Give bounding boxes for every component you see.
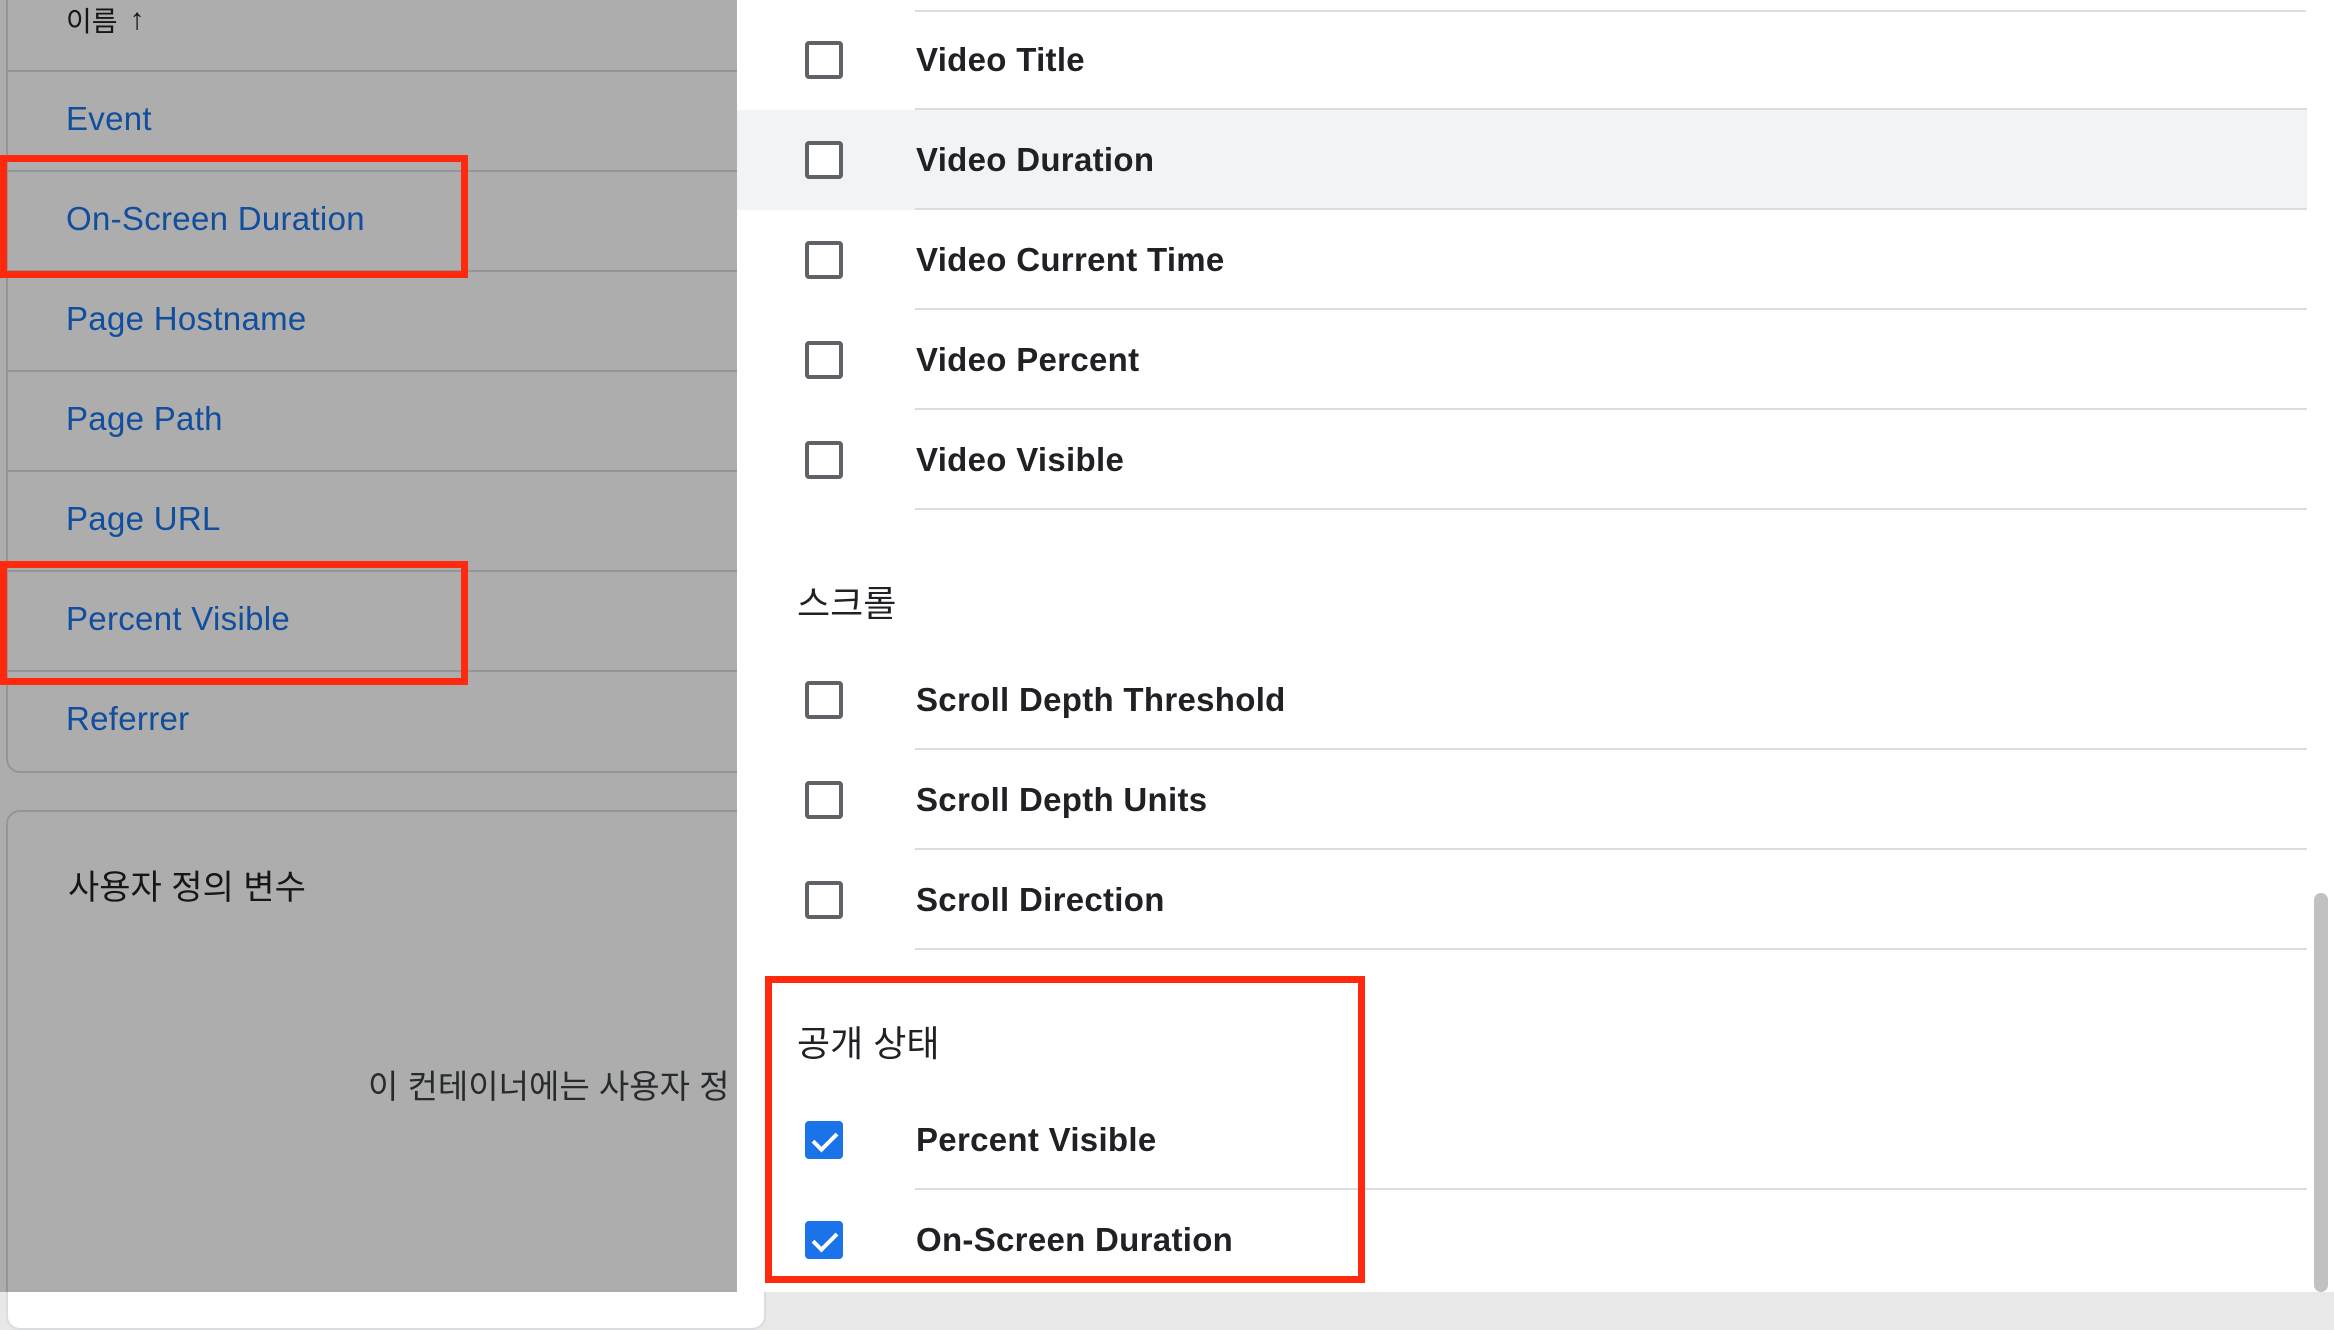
variable-row-video-title[interactable]: Video Title <box>737 10 2307 110</box>
variable-label: Percent Visible <box>916 1121 1157 1158</box>
check-icon <box>811 1225 839 1253</box>
checkbox[interactable] <box>805 341 843 379</box>
variable-label: Scroll Depth Units <box>916 781 1208 818</box>
checkbox[interactable] <box>805 41 843 79</box>
variable-row-scroll-direction[interactable]: Scroll Direction <box>737 850 2307 950</box>
variable-row-percent-visible[interactable]: Percent Visible <box>737 1090 2307 1190</box>
modal-scrim[interactable] <box>0 0 737 1292</box>
checkbox[interactable] <box>805 681 843 719</box>
section-title-scroll: 스크롤 <box>797 583 897 624</box>
variable-label: Scroll Direction <box>916 881 1165 918</box>
variable-row-video-duration[interactable]: Video Duration <box>737 110 2307 210</box>
check-icon <box>811 1125 839 1153</box>
checkbox-checked[interactable] <box>805 1121 843 1159</box>
variable-row-on-screen-duration[interactable]: On-Screen Duration <box>737 1190 2307 1290</box>
variable-label: Video Current Time <box>916 241 1225 278</box>
variable-label: On-Screen Duration <box>916 1221 1234 1258</box>
checkbox[interactable] <box>805 241 843 279</box>
checkbox[interactable] <box>805 441 843 479</box>
variable-row-video-percent[interactable]: Video Percent <box>737 310 2307 410</box>
variable-label: Video Visible <box>916 441 1125 478</box>
variable-label: Video Percent <box>916 341 1140 378</box>
variable-row-video-visible[interactable]: Video Visible <box>737 410 2307 510</box>
variable-row-video-current-time[interactable]: Video Current Time <box>737 210 2307 310</box>
variable-label: Scroll Depth Threshold <box>916 681 1286 718</box>
divider <box>915 948 2307 950</box>
variable-row-scroll-depth-threshold[interactable]: Scroll Depth Threshold <box>737 650 2307 750</box>
scrollbar-thumb[interactable] <box>2314 893 2328 1292</box>
variable-label: Video Duration <box>916 141 1155 178</box>
variable-row-scroll-depth-units[interactable]: Scroll Depth Units <box>737 750 2307 850</box>
variable-label: Video Title <box>916 41 1085 78</box>
checkbox-checked[interactable] <box>805 1221 843 1259</box>
configure-builtin-variables-panel: Video Title Video Duration Video Current… <box>737 0 2334 1292</box>
divider <box>915 508 2307 510</box>
checkbox[interactable] <box>805 141 843 179</box>
checkbox[interactable] <box>805 781 843 819</box>
section-title-visibility: 공개 상태 <box>797 1023 940 1064</box>
checkbox[interactable] <box>805 881 843 919</box>
